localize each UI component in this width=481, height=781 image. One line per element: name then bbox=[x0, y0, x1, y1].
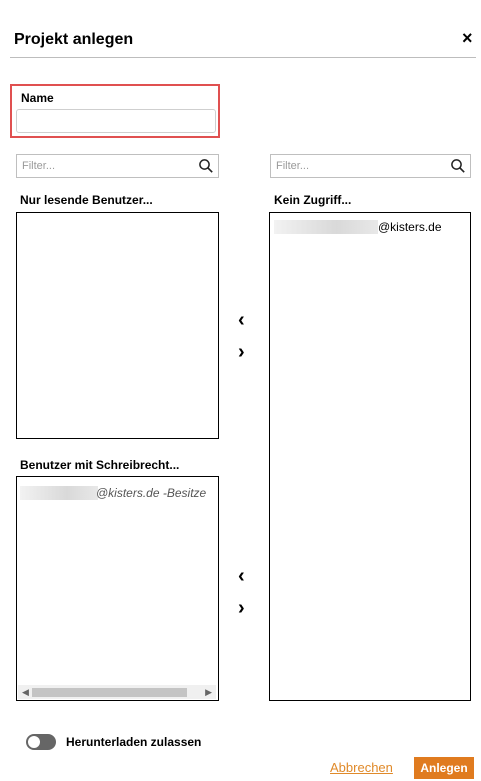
search-icon[interactable] bbox=[450, 158, 466, 174]
redacted-username bbox=[20, 486, 98, 500]
cancel-button[interactable]: Abbrechen bbox=[330, 760, 393, 775]
title-divider bbox=[10, 57, 476, 58]
name-label: Name bbox=[21, 91, 54, 105]
create-project-dialog: Projekt anlegen × Name Filter... Filter.… bbox=[0, 0, 481, 781]
dialog-title: Projekt anlegen bbox=[14, 31, 134, 48]
chevron-right-icon[interactable]: › bbox=[238, 598, 245, 618]
no-access-label: Kein Zugriff... bbox=[274, 193, 352, 207]
left-filter-placeholder: Filter... bbox=[22, 160, 56, 172]
create-button[interactable]: Anlegen bbox=[414, 757, 474, 779]
chevron-left-icon[interactable]: ‹ bbox=[238, 310, 245, 330]
read-only-users-label: Nur lesende Benutzer... bbox=[20, 193, 153, 207]
horizontal-scrollbar[interactable]: ◀ ▶ bbox=[18, 685, 216, 699]
user-email-suffix: @kisters.de bbox=[378, 220, 442, 234]
name-field-group: Name bbox=[10, 84, 220, 138]
chevron-right-icon[interactable]: › bbox=[238, 342, 245, 362]
read-only-users-list[interactable] bbox=[16, 212, 219, 439]
list-item[interactable]: @kisters.de -Besitze bbox=[17, 485, 218, 501]
scroll-right-icon[interactable]: ▶ bbox=[205, 685, 212, 699]
right-filter-placeholder: Filter... bbox=[276, 160, 310, 172]
list-item[interactable]: @kisters.de bbox=[270, 219, 470, 235]
search-icon[interactable] bbox=[198, 158, 214, 174]
toggle-knob bbox=[28, 736, 40, 748]
user-email-suffix: @kisters.de -Besitze bbox=[96, 486, 207, 500]
no-access-users-list[interactable]: @kisters.de bbox=[269, 212, 471, 701]
name-input[interactable] bbox=[16, 109, 216, 133]
right-filter-input[interactable]: Filter... bbox=[270, 154, 471, 178]
download-toggle[interactable] bbox=[26, 734, 56, 750]
scroll-left-icon[interactable]: ◀ bbox=[22, 685, 29, 699]
chevron-left-icon[interactable]: ‹ bbox=[238, 566, 245, 586]
close-icon[interactable]: × bbox=[462, 29, 473, 47]
write-users-list[interactable]: @kisters.de -Besitze ◀ ▶ bbox=[16, 476, 219, 701]
write-users-label: Benutzer mit Schreibrecht... bbox=[20, 458, 180, 472]
download-toggle-label: Herunterladen zulassen bbox=[66, 735, 202, 749]
left-filter-input[interactable]: Filter... bbox=[16, 154, 219, 178]
redacted-username bbox=[274, 220, 378, 234]
scrollbar-thumb[interactable] bbox=[32, 688, 187, 697]
